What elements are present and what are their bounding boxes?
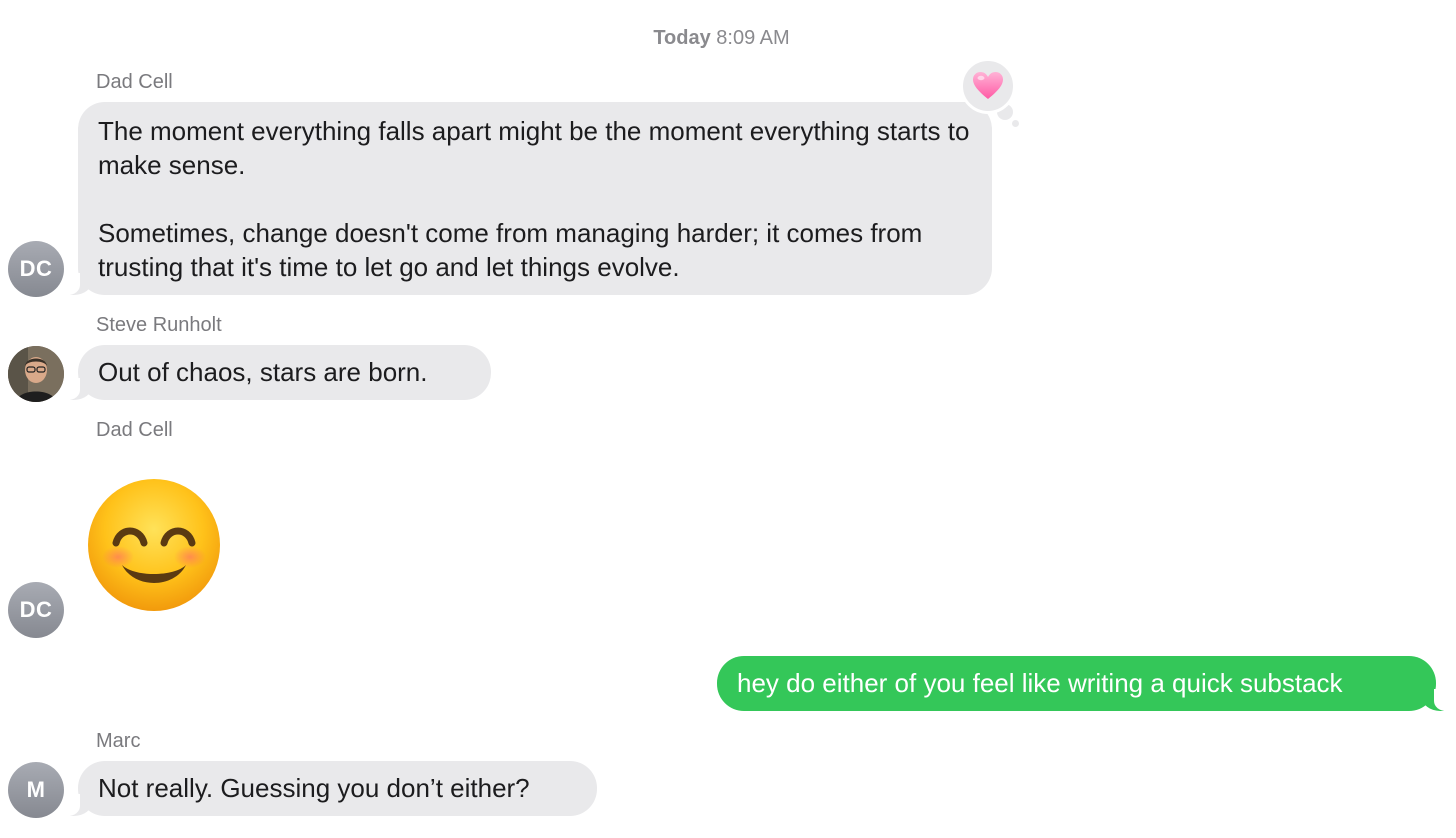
- message-text: hey do either of you feel like writing a…: [737, 668, 1343, 698]
- sender-name: Steve Runholt: [96, 314, 222, 336]
- conversation-timestamp: Today 8:09 AM: [0, 27, 1443, 50]
- timestamp-time: 8:09 AM: [716, 27, 790, 49]
- sender-name: Dad Cell: [96, 419, 173, 441]
- timestamp-day: Today: [653, 27, 711, 49]
- avatar[interactable]: DC: [8, 241, 64, 297]
- heart-icon: [973, 72, 1003, 99]
- heart-reaction-icon[interactable]: [960, 58, 1016, 114]
- message-bubble-received[interactable]: Out of chaos, stars are born.: [78, 345, 491, 400]
- reaction-dot: [1012, 120, 1019, 127]
- avatar[interactable]: [8, 346, 64, 402]
- message-bubble-received[interactable]: The moment everything falls apart might …: [78, 102, 992, 295]
- smiling-face-icon: [88, 479, 220, 611]
- message-bubble-sent[interactable]: hey do either of you feel like writing a…: [717, 656, 1436, 711]
- bubble-tail: [60, 794, 92, 816]
- message-bubble-received[interactable]: Not really. Guessing you don’t either?: [78, 761, 597, 816]
- profile-photo-icon: [8, 346, 64, 402]
- smiling-face-emoji-message[interactable]: [86, 477, 222, 613]
- message-text: Out of chaos, stars are born.: [98, 357, 428, 387]
- bubble-tail: [60, 378, 92, 400]
- message-text: Sometimes, change doesn't come from mana…: [98, 218, 923, 282]
- sender-name: Marc: [96, 730, 141, 752]
- message-text: Not really. Guessing you don’t either?: [98, 773, 530, 803]
- sender-name: Dad Cell: [96, 71, 173, 93]
- avatar[interactable]: M: [8, 762, 64, 818]
- bubble-tail: [60, 273, 92, 295]
- avatar[interactable]: DC: [8, 582, 64, 638]
- bubble-tail: [1422, 689, 1454, 711]
- message-text: The moment everything falls apart might …: [98, 116, 970, 180]
